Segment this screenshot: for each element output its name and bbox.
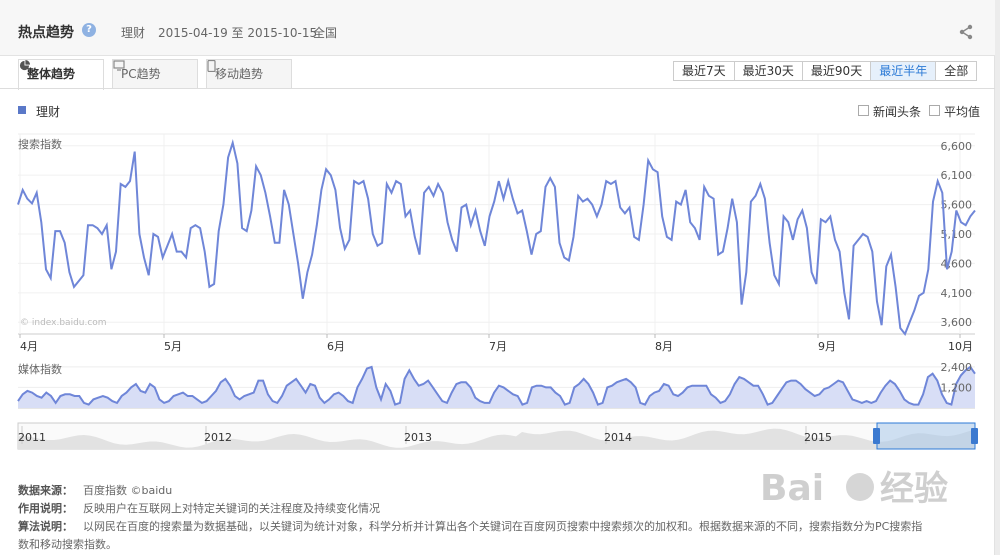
month-tick-label: 6月 <box>327 340 345 353</box>
footer-usage: 作用说明： 反映用户在互联网上对特定关键词的关注程度及持续变化情况 <box>18 500 380 516</box>
media-index-label: 媒体指数 <box>18 362 62 376</box>
overview-navigator[interactable]: 2011 2012 2013 2014 2015 <box>17 422 978 450</box>
search-y-tick: 5,600 <box>941 199 973 212</box>
search-y-tick: 3,600 <box>941 316 973 329</box>
overview-year-label: 2011 <box>18 431 46 444</box>
search-index-label: 搜索指数 <box>18 137 62 151</box>
overview-year-label: 2014 <box>604 431 632 444</box>
media-y-tick: 2,400 <box>941 361 973 374</box>
search-y-tick: 6,600 <box>941 140 973 153</box>
svg-text:经验: 经验 <box>880 469 948 509</box>
overview-left-handle[interactable] <box>873 428 880 444</box>
month-tick-label: 5月 <box>164 340 182 353</box>
algo-value-cont: 数和移动搜索指数。 <box>18 538 117 551</box>
overview-year-label: 2012 <box>204 431 232 444</box>
overview-year-label: 2015 <box>804 431 832 444</box>
source-label: 数据来源： <box>18 484 73 497</box>
usage-value: 反映用户在互联网上对特定关键词的关注程度及持续变化情况 <box>83 502 380 515</box>
month-tick-label: 10月 <box>948 340 973 353</box>
algo-label: 算法说明： <box>18 520 73 533</box>
footer-algo-cont: 数和移动搜索指数。 <box>18 536 117 552</box>
overview-right-handle[interactable] <box>971 428 978 444</box>
search-y-tick: 4,100 <box>941 287 973 300</box>
usage-label: 作用说明： <box>18 502 73 515</box>
media-y-tick: 1,200 <box>941 381 973 394</box>
overview-selection <box>876 422 976 450</box>
month-tick-label: 8月 <box>655 340 673 353</box>
search-y-tick: 4,600 <box>941 257 973 270</box>
source-value: 百度指数 ©baidu <box>83 484 173 497</box>
search-index-line[interactable] <box>17 138 976 336</box>
month-tick-label: 7月 <box>489 340 507 353</box>
trend-panel: 热点趋势 ? 理财 2015-04-19 至 2015-10-15 全国 整体趋… <box>0 0 995 555</box>
overview-year-label: 2013 <box>404 431 432 444</box>
svg-text:Bai: Bai <box>760 468 824 509</box>
month-tick-label: 9月 <box>818 340 836 353</box>
month-tick-label: 4月 <box>20 340 38 353</box>
search-y-tick: 6,100 <box>941 169 973 182</box>
baidu-jingyan-logo: Bai 经验 <box>760 468 948 509</box>
footer-source: 数据来源： 百度指数 ©baidu <box>18 482 172 498</box>
watermark-text: © index.baidu.com <box>20 318 107 328</box>
